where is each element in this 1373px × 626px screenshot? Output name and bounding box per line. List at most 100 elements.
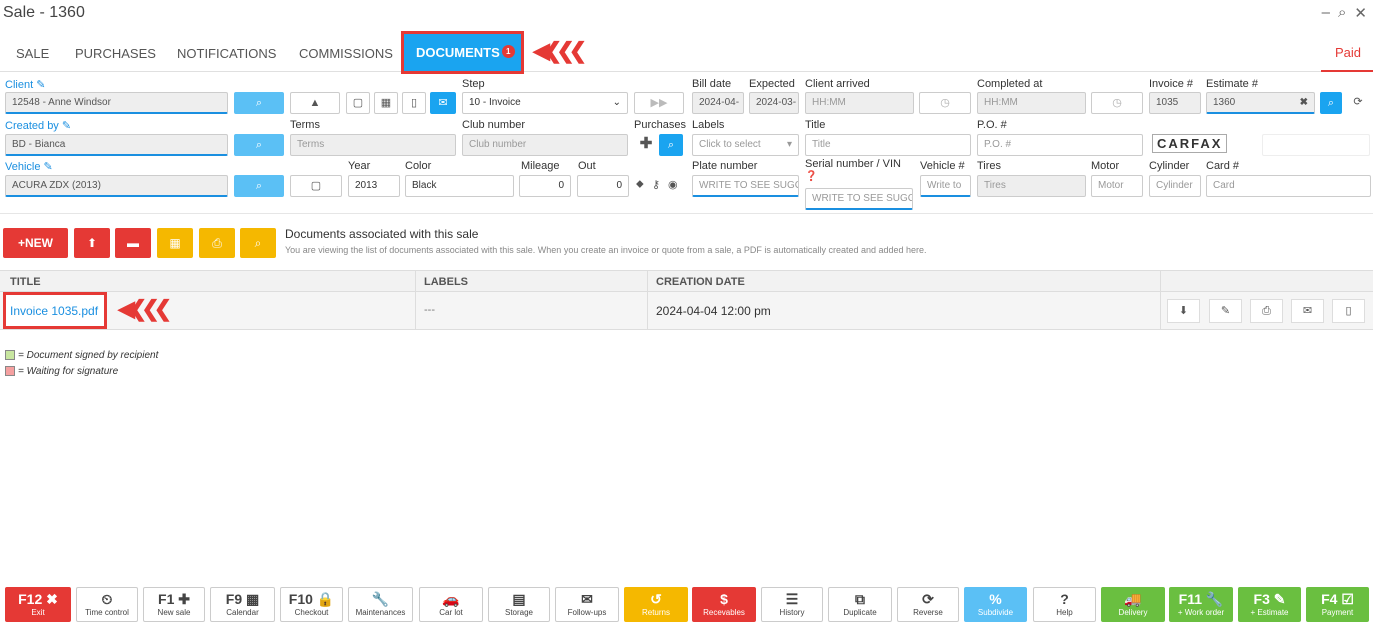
created-by-search-button[interactable]: ⌕ [234, 134, 284, 156]
edit-icon[interactable]: ✎ [36, 79, 45, 91]
minimize-icon[interactable]: – [1322, 4, 1330, 22]
vehicle-note-button[interactable]: ▢ [290, 175, 342, 197]
folder-button[interactable]: ▬ [115, 228, 151, 258]
history-button[interactable]: ☰ History [761, 587, 823, 622]
edit-icon[interactable]: ✎ [44, 161, 53, 173]
title-field[interactable]: Title [805, 134, 971, 156]
vehicle-num-field[interactable]: Write to [920, 175, 971, 197]
next-step-button[interactable]: ▶▶ [634, 92, 684, 114]
expected-field[interactable]: 2024-03- [749, 92, 799, 114]
chat-icon[interactable]: ⌕ [1338, 4, 1346, 22]
returns-button[interactable]: ↺ Returns [624, 587, 688, 622]
mileage-field[interactable]: 0 [519, 175, 571, 197]
column-creation-date[interactable]: CREATION DATE [656, 276, 745, 288]
exit-button[interactable]: F12 ✖ Exit [5, 587, 71, 622]
motor-field[interactable]: Motor [1091, 175, 1143, 197]
email-button[interactable]: ✉ [430, 92, 456, 114]
completed-field[interactable]: HH:MM [977, 92, 1086, 114]
po-field[interactable]: P.O. # [977, 134, 1143, 156]
work-order-button[interactable]: F11 🔧 + Work order [1169, 587, 1233, 622]
out-field[interactable]: 0 [577, 175, 629, 197]
checkout-button[interactable]: F10 🔒 Checkout [280, 587, 343, 622]
eye-icon[interactable]: ◉ [668, 178, 678, 191]
tires-field[interactable]: Tires [977, 175, 1086, 197]
estimate-search-button[interactable]: ⌕ [1320, 92, 1342, 114]
carfax-field[interactable] [1262, 134, 1370, 156]
terms-field[interactable]: Terms [290, 134, 456, 156]
vehicle-search-button[interactable]: ⌕ [234, 175, 284, 197]
new-sale-button[interactable]: F1 ✚ New sale [143, 587, 205, 622]
help-icon[interactable]: ❓ [805, 171, 817, 182]
card-field[interactable]: Card [1206, 175, 1371, 197]
edit-button[interactable]: ✎ [1209, 299, 1242, 323]
bill-date-field[interactable]: 2024-04- [692, 92, 744, 114]
reverse-button[interactable]: ⟳ Reverse [897, 587, 959, 622]
cylinder-field[interactable]: Cylinder [1149, 175, 1201, 197]
new-button[interactable]: +NEW [3, 228, 68, 258]
time-control-button[interactable]: ⏲ Time control [76, 587, 138, 622]
note-button[interactable]: ▢ [346, 92, 370, 114]
completed-clock-button[interactable]: ◷ [1091, 92, 1143, 114]
refresh-button[interactable]: ⟳ [1346, 92, 1370, 114]
estimate-button[interactable]: F3 ✎ + Estimate [1238, 587, 1301, 622]
column-labels[interactable]: LABELS [424, 276, 468, 288]
recevables-button[interactable]: $ Recevables [692, 587, 756, 622]
color-field[interactable]: Black [405, 175, 514, 197]
add-purchase-button[interactable]: ✚ [636, 134, 656, 156]
client-field[interactable]: 12548 - Anne Windsor [5, 92, 228, 114]
car-lot-button[interactable]: 🚗 Car lot [419, 587, 483, 622]
serial-field[interactable]: WRITE TO SEE SUGG [805, 188, 913, 210]
labels-select[interactable]: Click to select ▾ [692, 134, 799, 156]
created-by-field[interactable]: BD - Bianca [5, 134, 228, 156]
mobile-button[interactable]: ▯ [402, 92, 426, 114]
duplicate-button[interactable]: ⧉ Duplicate [828, 587, 892, 622]
plate-field[interactable]: WRITE TO SEE SUGG [692, 175, 799, 197]
close-icon[interactable]: ✕ [1354, 4, 1367, 22]
email-button[interactable]: ✉ [1291, 299, 1324, 323]
tab-notifications[interactable]: NOTIFICATIONS [177, 46, 276, 61]
delivery-button[interactable]: 🚚 Delivery [1101, 587, 1165, 622]
subdivide-button[interactable]: % Subdivide [964, 587, 1027, 622]
tab-sale[interactable]: SALE [16, 46, 49, 61]
help-button[interactable]: ? Help [1033, 587, 1096, 622]
road-button[interactable]: ▲ [290, 92, 340, 114]
calendar-button[interactable]: F9 ▦ Calendar [210, 587, 275, 622]
clear-icon[interactable]: ✖ [1300, 97, 1308, 108]
client-arrived-field[interactable]: HH:MM [805, 92, 914, 114]
tab-purchases[interactable]: PURCHASES [75, 46, 156, 61]
vehicle-field[interactable]: ACURA ZDX (2013) [5, 175, 228, 197]
tab-documents[interactable]: DOCUMENTS 1 [404, 34, 521, 71]
column-divider [1160, 271, 1161, 293]
vehicle-label[interactable]: Vehicle ✎ [5, 160, 53, 173]
step-select[interactable]: 10 - Invoice ⌄ [462, 92, 628, 114]
invoice-field[interactable]: 1035 [1149, 92, 1201, 114]
edit-icon[interactable]: ✎ [62, 120, 71, 132]
purchase-search-button[interactable]: ⌕ [659, 134, 683, 156]
search-button[interactable]: ⌕ [240, 228, 276, 258]
carfax-logo[interactable]: CARFAX [1152, 134, 1228, 153]
tag-icon[interactable]: ⬥ [636, 178, 644, 191]
estimate-field[interactable]: 1360 ✖ [1206, 92, 1315, 114]
client-search-button[interactable]: ⌕ [234, 92, 284, 114]
print-button[interactable]: ⎙ [1250, 299, 1283, 323]
club-field[interactable]: Club number [462, 134, 628, 156]
download-button[interactable]: ⬇ [1167, 299, 1200, 323]
created-by-label[interactable]: Created by ✎ [5, 119, 71, 132]
calendar-button[interactable]: ▦ [374, 92, 398, 114]
window-title: Sale - 1360 [3, 4, 85, 21]
maintenances-button[interactable]: 🔧 Maintenances [348, 587, 413, 622]
upload-button[interactable]: ⬆ [74, 228, 110, 258]
key-icon[interactable]: ⚷ [652, 178, 660, 191]
follow-ups-button[interactable]: ✉ Follow-ups [555, 587, 619, 622]
print-button[interactable]: ⎙ [199, 228, 235, 258]
document-link[interactable]: Invoice 1035.pdf [10, 304, 98, 318]
payment-button[interactable]: F4 ☑ Payment [1306, 587, 1369, 622]
tab-commissions[interactable]: COMMISSIONS [299, 46, 393, 61]
column-title[interactable]: TITLE [10, 276, 41, 288]
client-label[interactable]: Client ✎ [5, 78, 45, 91]
mobile-button[interactable]: ▯ [1332, 299, 1365, 323]
storage-button[interactable]: ▤ Storage [488, 587, 550, 622]
grid-button[interactable]: ▦ [157, 228, 193, 258]
year-field[interactable]: 2013 [348, 175, 400, 197]
client-arrived-clock-button[interactable]: ◷ [919, 92, 971, 114]
